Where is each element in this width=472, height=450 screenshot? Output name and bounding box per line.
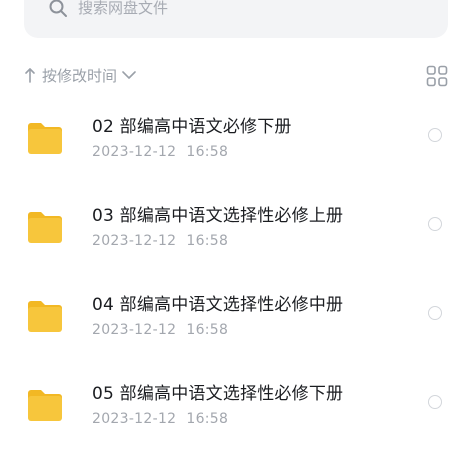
file-modified-time: 2023-12-12 16:58	[92, 411, 228, 427]
file-date: 2023-12-12	[92, 144, 177, 160]
file-modified-time: 2023-12-12 16:58	[92, 233, 228, 249]
file-date: 2023-12-12	[92, 322, 177, 338]
select-radio[interactable]	[428, 217, 442, 231]
folder-icon	[28, 390, 62, 421]
select-radio[interactable]	[428, 306, 442, 320]
file-name: 05 部编高中语文选择性必修下册	[92, 384, 344, 404]
folder-icon	[28, 212, 62, 243]
select-radio[interactable]	[428, 128, 442, 142]
folder-icon	[28, 301, 62, 332]
list-item[interactable]: 03 部编高中语文选择性必修上册 2023-12-12 16:58	[0, 193, 472, 263]
list-item[interactable]: 02 部编高中语文必修下册 2023-12-12 16:58	[0, 104, 472, 174]
file-time: 16:58	[186, 233, 229, 249]
file-name: 04 部编高中语文选择性必修中册	[92, 295, 344, 315]
file-date: 2023-12-12	[92, 411, 177, 427]
file-list: 02 部编高中语文必修下册 2023-12-12 16:58 03 部编高中语文选…	[0, 0, 472, 450]
list-item[interactable]: 04 部编高中语文选择性必修中册 2023-12-12 16:58	[0, 282, 472, 352]
file-modified-time: 2023-12-12 16:58	[92, 322, 228, 338]
file-time: 16:58	[186, 322, 229, 338]
file-time: 16:58	[186, 144, 229, 160]
file-browser-page: 搜索网盘文件 按修改时间 02 部编高中语文必修下册 2023-12-12 16:…	[0, 0, 472, 450]
file-time: 16:58	[186, 411, 229, 427]
list-item[interactable]: 05 部编高中语文选择性必修下册 2023-12-12 16:58	[0, 371, 472, 441]
file-date: 2023-12-12	[92, 233, 177, 249]
file-name: 03 部编高中语文选择性必修上册	[92, 206, 344, 226]
file-modified-time: 2023-12-12 16:58	[92, 144, 228, 160]
file-name: 02 部编高中语文必修下册	[92, 117, 292, 137]
folder-icon	[28, 123, 62, 154]
select-radio[interactable]	[428, 395, 442, 409]
